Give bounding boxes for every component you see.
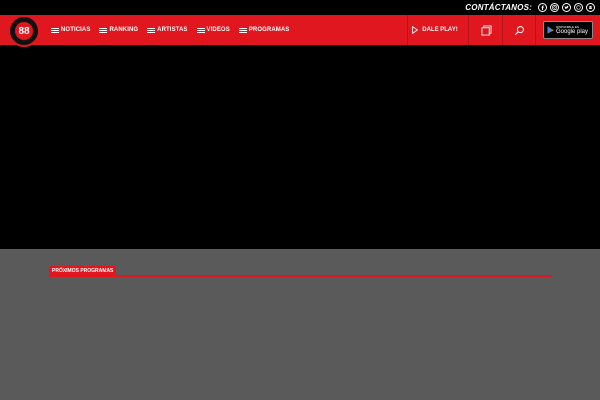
windows-button[interactable] — [470, 15, 502, 45]
play-icon — [412, 26, 419, 34]
contact-bar: CONTÁCTANOS: — [465, 1, 595, 14]
nav-item-label: RANKING — [109, 27, 139, 33]
menu-lines-icon — [51, 27, 59, 33]
google-play-icon — [547, 26, 554, 34]
main-navbar: 88 NOTICIAS RANKING ARTISTAS VIDEOS PROG… — [0, 15, 600, 47]
section-title: PRÓXIMOS PROGRAMAS — [49, 266, 117, 275]
nav-item-programas[interactable]: PROGRAMAS — [238, 27, 290, 33]
dale-play-button[interactable]: DALE PLAY! — [408, 15, 462, 45]
top-strip: CONTÁCTANOS: — [0, 0, 600, 15]
nav-item-artistas[interactable]: ARTISTAS — [147, 27, 187, 33]
upcoming-programs-section: PRÓXIMOS PROGRAMAS — [49, 266, 552, 278]
google-play-badge[interactable]: DISPONIBLE EN Google play — [543, 21, 593, 39]
instagram-icon[interactable] — [550, 3, 559, 12]
menu-lines-icon — [238, 27, 247, 33]
menu-lines-icon — [147, 27, 156, 33]
nav-menu: NOTICIAS RANKING ARTISTAS VIDEOS PROGRAM… — [51, 15, 289, 45]
search-icon — [514, 25, 524, 35]
menu-lines-icon — [196, 27, 205, 33]
nav-item-noticias[interactable]: NOTICIAS — [51, 27, 90, 33]
dale-play-label: DALE PLAY! — [422, 27, 458, 33]
windows-icon — [480, 24, 492, 36]
menu-lines-icon — [99, 27, 108, 33]
section-underline — [49, 275, 552, 277]
divider — [468, 15, 469, 45]
site-logo[interactable]: 88 — [8, 15, 40, 47]
search-button[interactable] — [503, 15, 535, 45]
whatsapp-icon[interactable] — [574, 3, 583, 12]
divider — [535, 15, 536, 45]
android-icon[interactable] — [586, 3, 595, 12]
contact-label: CONTÁCTANOS: — [465, 3, 532, 12]
nav-item-label: PROGRAMAS — [248, 27, 290, 33]
nav-item-videos[interactable]: VIDEOS — [196, 27, 230, 33]
nav-item-ranking[interactable]: RANKING — [99, 27, 138, 33]
twitter-icon[interactable] — [562, 3, 571, 12]
facebook-icon[interactable] — [538, 3, 547, 12]
google-play-big-text: Google play — [556, 28, 589, 35]
google-play-text: DISPONIBLE EN Google play — [556, 25, 589, 35]
nav-item-label: VIDEOS — [206, 27, 230, 33]
logo-number: 88 — [15, 22, 33, 40]
video-player[interactable] — [0, 45, 600, 249]
nav-item-label: ARTISTAS — [157, 27, 188, 33]
nav-item-label: NOTICIAS — [61, 27, 91, 33]
